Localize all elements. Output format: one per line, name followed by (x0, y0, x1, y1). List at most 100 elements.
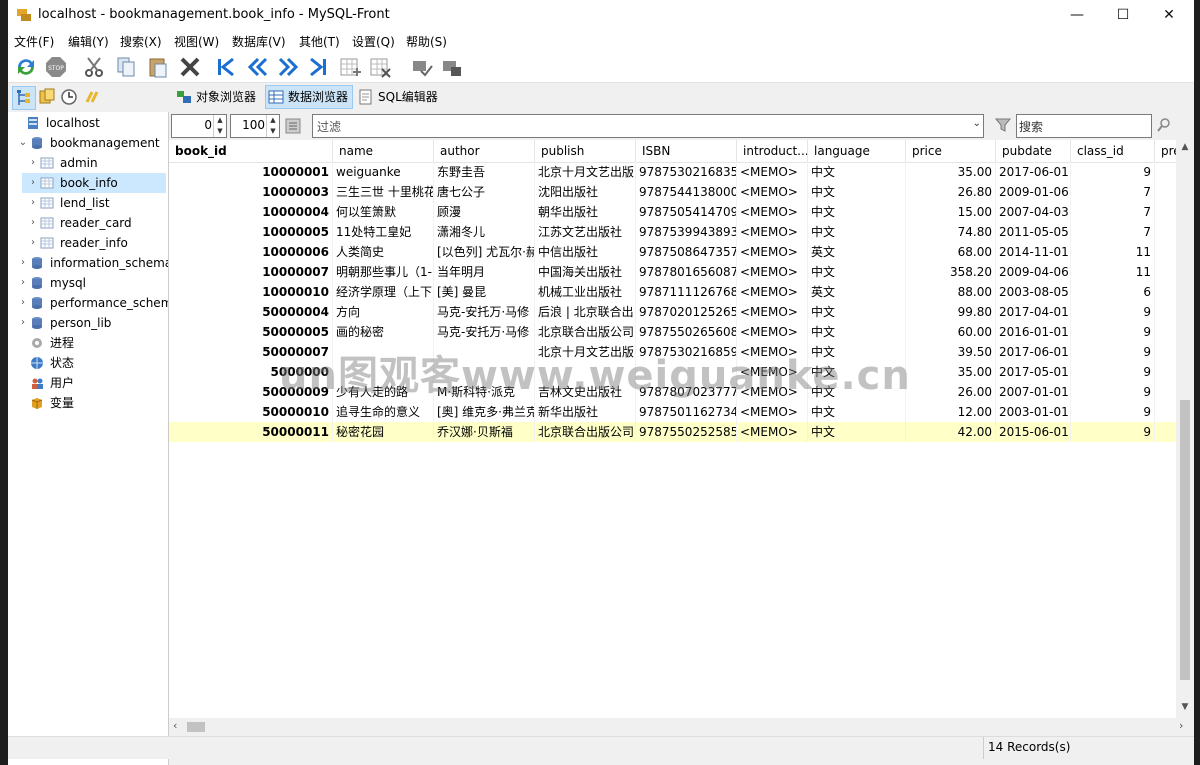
cell-name[interactable]: 何以笙箫默 (333, 202, 434, 222)
cell-publish[interactable]: 北京联合出版公司 (535, 422, 636, 442)
paste-icon[interactable] (146, 55, 170, 79)
delete-record-icon[interactable] (368, 55, 392, 79)
cell-price[interactable]: 42.00 (906, 422, 996, 442)
menu-database[interactable]: 数据库(V) (232, 33, 286, 50)
cell-book-id[interactable]: 50000011 (169, 422, 333, 442)
cell-class-id[interactable]: 7 (1071, 202, 1155, 222)
cell-class-id[interactable]: 9 (1071, 322, 1155, 342)
cell-author[interactable]: [以色列] 尤瓦尔·赫 (434, 242, 535, 262)
cell-pubdate[interactable]: 2007-01-01 (996, 382, 1071, 402)
tab-object-browser[interactable]: 对象浏览器 (174, 86, 260, 108)
cell-book-id[interactable]: 50000010 (169, 402, 333, 422)
cell-language[interactable]: 中文 (808, 422, 906, 442)
cell-book-id[interactable]: 10000004 (169, 202, 333, 222)
cell-name[interactable]: 追寻生命的意义 (333, 402, 434, 422)
delete-icon[interactable] (178, 55, 202, 79)
cell-publish[interactable]: 江苏文艺出版社 (535, 222, 636, 242)
chevron-right-icon[interactable]: › (18, 313, 28, 333)
cell-class-id[interactable]: 9 (1071, 362, 1155, 382)
cell-book-id[interactable]: 50000005 (169, 322, 333, 342)
chevron-down-icon[interactable]: ⌄ (18, 133, 28, 153)
cell-introduct-[interactable]: <MEMO> (737, 282, 808, 302)
cell-class-id[interactable]: 9 (1071, 162, 1155, 182)
maximize-button[interactable]: ☐ (1100, 0, 1146, 30)
cell-name[interactable]: 画的秘密 (333, 322, 434, 342)
cell-author[interactable]: 唐七公子 (434, 182, 535, 202)
cell-pubdate[interactable]: 2017-06-01 (996, 342, 1071, 362)
table-row[interactable]: 10000003 三生三世 十里桃花 唐七公子 沈阳出版社 9787544138000 <… (169, 182, 1194, 202)
cell-name[interactable]: 明朝那些事儿（1- (333, 262, 434, 282)
cell-publish[interactable]: 朝华出版社 (535, 202, 636, 222)
tree-item--[interactable]: 进程 (12, 333, 166, 353)
close-window-button[interactable]: ✕ (1146, 0, 1192, 30)
cell-introduct-[interactable]: <MEMO> (737, 242, 808, 262)
cell-price[interactable]: 26.00 (906, 382, 996, 402)
cell-class-id[interactable]: 9 (1071, 402, 1155, 422)
menu-other[interactable]: 其他(T) (299, 33, 340, 50)
tree-item-bookmanagement[interactable]: ⌄ bookmanagement (12, 133, 166, 153)
cell-publish[interactable]: 后浪 | 北京联合出 (535, 302, 636, 322)
cell-book-id[interactable]: 10000001 (169, 162, 333, 182)
table-row[interactable]: 10000007 明朝那些事儿（1- 当年明月 中国海关出版社 978780165608… (169, 262, 1194, 282)
cell-language[interactable]: 中文 (808, 302, 906, 322)
cell-price[interactable]: 358.20 (906, 262, 996, 282)
offset-spin-arrows[interactable]: ▲ ▼ (213, 115, 226, 137)
cell-class-id[interactable]: 11 (1071, 242, 1155, 262)
copy-icon[interactable] (114, 55, 138, 79)
cell-price[interactable]: 35.00 (906, 162, 996, 182)
cell-price[interactable]: 60.00 (906, 322, 996, 342)
cell-language[interactable]: 中文 (808, 202, 906, 222)
cell-name[interactable]: 11处特工皇妃 (333, 222, 434, 242)
cell-class-id[interactable]: 9 (1071, 382, 1155, 402)
menu-view[interactable]: 视图(W) (174, 33, 219, 50)
cell-publish[interactable]: 中国海关出版社 (535, 262, 636, 282)
tree-item--[interactable]: 变量 (12, 393, 166, 413)
cell-pubdate[interactable]: 2014-11-01 (996, 242, 1071, 262)
horizontal-scroll-thumb[interactable] (187, 722, 205, 732)
column-header-introduct-[interactable]: introduct... (737, 140, 808, 162)
cell-pubdate[interactable]: 2017-06-01 (996, 162, 1071, 182)
cell-author[interactable]: [奥] 维克多·弗兰克 (434, 402, 535, 422)
chevron-right-icon[interactable]: › (18, 273, 28, 293)
history-icon[interactable] (58, 86, 80, 108)
cell-name[interactable]: 秘密花园 (333, 422, 434, 442)
minimize-button[interactable]: — (1054, 0, 1100, 30)
data-grid[interactable]: book_id name author publish ISBN introduct...… (169, 140, 1194, 718)
menu-help[interactable]: 帮助(S) (406, 33, 447, 50)
cell-name[interactable]: 方向 (333, 302, 434, 322)
filter-icon[interactable] (994, 116, 1012, 134)
cell-isbn[interactable]: 9787539943893 (636, 222, 737, 242)
column-header-author[interactable]: author (434, 140, 535, 162)
cell-isbn[interactable]: 9787020125265 (636, 302, 737, 322)
cell-introduct-[interactable]: <MEMO> (737, 162, 808, 182)
cell-name[interactable]: 三生三世 十里桃花 (333, 182, 434, 202)
tree-item-lend-list[interactable]: › lend_list (22, 193, 166, 213)
chevron-right-icon[interactable]: › (18, 293, 28, 313)
cell-class-id[interactable]: 6 (1071, 282, 1155, 302)
chevron-right-icon[interactable]: › (28, 193, 38, 213)
column-header-language[interactable]: language (808, 140, 906, 162)
chevron-down-icon[interactable]: ⌄ (973, 118, 981, 129)
cell-book-id[interactable]: 10000010 (169, 282, 333, 302)
chevron-right-icon[interactable]: › (18, 253, 28, 273)
column-header-book-id[interactable]: book_id (169, 140, 333, 162)
cell-name[interactable]: 人类简史 (333, 242, 434, 262)
cell-name[interactable]: 经济学原理（上下 (333, 282, 434, 302)
search-icon[interactable] (1156, 117, 1172, 133)
cell-isbn[interactable]: 9787544138000 (636, 182, 737, 202)
cell-isbn[interactable]: 9787550252585 (636, 422, 737, 442)
cell-isbn[interactable]: 9787111126768 (636, 282, 737, 302)
filter-input[interactable]: 过滤 ⌄ (312, 114, 984, 138)
menu-settings[interactable]: 设置(Q) (352, 33, 395, 50)
scroll-right-icon[interactable]: › (1179, 719, 1183, 732)
cell-isbn[interactable]: 9787801656087 (636, 262, 737, 282)
cell-pubdate[interactable]: 2009-04-06 (996, 262, 1071, 282)
last-record-icon[interactable] (306, 55, 330, 79)
cell-language[interactable]: 中文 (808, 402, 906, 422)
post-changes-icon[interactable] (410, 55, 434, 79)
tree-item-mysql[interactable]: › mysql (12, 273, 166, 293)
cell-introduct-[interactable]: <MEMO> (737, 302, 808, 322)
table-row[interactable]: 50000004 方向 马克-安托万·马修 后浪 | 北京联合出 97870201252… (169, 302, 1194, 322)
scroll-up-icon[interactable]: ▲ (1178, 142, 1192, 152)
cell-pubdate[interactable]: 2016-01-01 (996, 322, 1071, 342)
